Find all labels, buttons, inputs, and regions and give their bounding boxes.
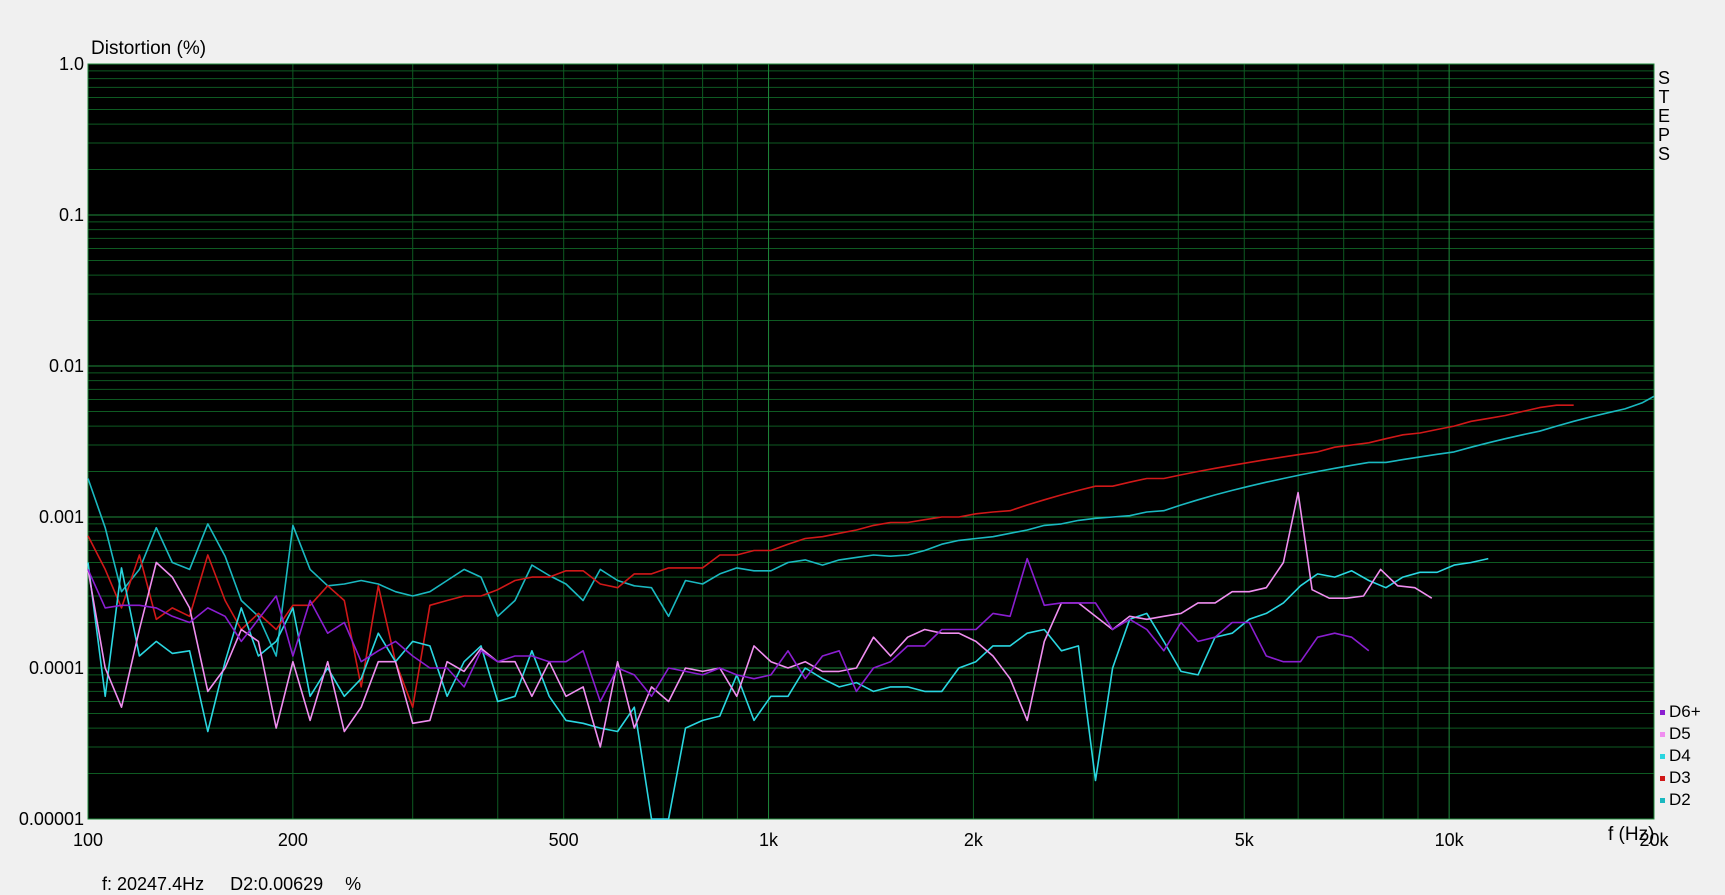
- steps-letter: P: [1658, 125, 1670, 145]
- status-bar: f: 20247.4Hz D2:0.00629%: [92, 853, 361, 895]
- cursor-frequency: f: 20247.4Hz: [102, 874, 205, 894]
- legend: D6+ D5 D4 D3 D2: [1660, 702, 1701, 809]
- x-tick-label: 200: [278, 830, 308, 850]
- steps-letter: S: [1658, 68, 1670, 88]
- plot-area: [88, 64, 1654, 819]
- x-tick-label: 100: [73, 830, 103, 850]
- legend-label: D2: [1669, 790, 1691, 809]
- y-tick-label: 0.0001: [29, 658, 84, 678]
- y-tick-labels: 1.0 0.1 0.01 0.001 0.0001 0.00001: [19, 54, 84, 829]
- y-tick-label: 0.001: [39, 507, 84, 527]
- distortion-chart: Distortion (%) f (Hz) 1.00.10.010.0010.0…: [19, 38, 1701, 850]
- y-tick-label: 0.1: [59, 205, 84, 225]
- cursor-reading: D2:0.00629: [230, 874, 324, 894]
- y-axis-label: Distortion (%): [91, 38, 206, 59]
- legend-label: D6+: [1669, 702, 1701, 721]
- cursor-unit: %: [345, 874, 362, 894]
- x-tick-label: 20k: [1639, 830, 1669, 850]
- y-tick-label: 0.00001: [19, 809, 84, 829]
- legend-label: D4: [1669, 746, 1691, 765]
- x-tick-labels: 100 200 500 1k 2k 5k 10k 20k: [73, 830, 1670, 850]
- legend-label: D3: [1669, 768, 1691, 787]
- x-tick-label: 10k: [1435, 830, 1465, 850]
- steps-letter: S: [1658, 144, 1670, 164]
- legend-swatch: [1660, 776, 1665, 781]
- steps-letter: T: [1659, 87, 1670, 107]
- steps-letter: E: [1658, 106, 1670, 126]
- legend-swatch: [1660, 798, 1665, 803]
- legend-swatch: [1660, 732, 1665, 737]
- y-tick-label: 0.01: [49, 356, 84, 376]
- steps-label: STEPS: [1658, 68, 1670, 164]
- legend-swatch: [1660, 710, 1665, 715]
- x-tick-label: 5k: [1235, 830, 1255, 850]
- x-tick-label: 1k: [759, 830, 779, 850]
- y-tick-label: 1.0: [59, 54, 84, 74]
- legend-label: D5: [1669, 724, 1691, 743]
- x-tick-label: 2k: [964, 830, 984, 850]
- x-tick-label: 500: [549, 830, 579, 850]
- legend-swatch: [1660, 754, 1665, 759]
